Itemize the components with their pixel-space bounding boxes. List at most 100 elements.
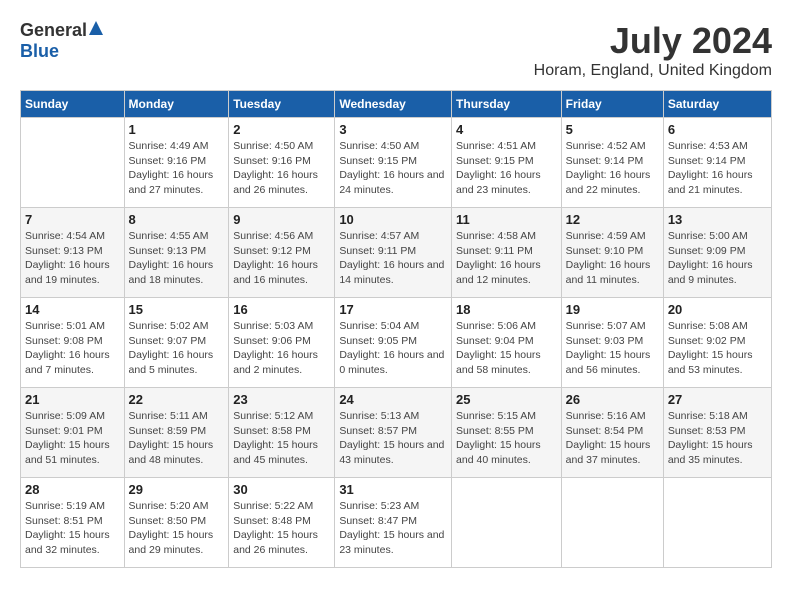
day-number: 23: [233, 392, 330, 407]
day-number: 7: [25, 212, 120, 227]
table-row: 3 Sunrise: 4:50 AMSunset: 9:15 PMDayligh…: [335, 118, 452, 208]
day-detail: Sunrise: 4:50 AMSunset: 9:16 PMDaylight:…: [233, 140, 318, 196]
day-detail: Sunrise: 5:22 AMSunset: 8:48 PMDaylight:…: [233, 500, 318, 556]
day-detail: Sunrise: 4:51 AMSunset: 9:15 PMDaylight:…: [456, 140, 541, 196]
day-detail: Sunrise: 5:13 AMSunset: 8:57 PMDaylight:…: [339, 410, 444, 466]
day-number: 18: [456, 302, 557, 317]
week-row-2: 14 Sunrise: 5:01 AMSunset: 9:08 PMDaylig…: [21, 298, 772, 388]
day-number: 26: [566, 392, 659, 407]
day-detail: Sunrise: 5:11 AMSunset: 8:59 PMDaylight:…: [129, 410, 214, 466]
day-number: 6: [668, 122, 767, 137]
day-number: 30: [233, 482, 330, 497]
table-row: 15 Sunrise: 5:02 AMSunset: 9:07 PMDaylig…: [124, 298, 229, 388]
table-row: 4 Sunrise: 4:51 AMSunset: 9:15 PMDayligh…: [452, 118, 562, 208]
day-number: 27: [668, 392, 767, 407]
table-row: 13 Sunrise: 5:00 AMSunset: 9:09 PMDaylig…: [663, 208, 771, 298]
day-number: 11: [456, 212, 557, 227]
col-saturday: Saturday: [663, 91, 771, 118]
week-row-1: 7 Sunrise: 4:54 AMSunset: 9:13 PMDayligh…: [21, 208, 772, 298]
week-row-4: 28 Sunrise: 5:19 AMSunset: 8:51 PMDaylig…: [21, 478, 772, 568]
table-row: 21 Sunrise: 5:09 AMSunset: 9:01 PMDaylig…: [21, 388, 125, 478]
day-number: 19: [566, 302, 659, 317]
table-row: 2 Sunrise: 4:50 AMSunset: 9:16 PMDayligh…: [229, 118, 335, 208]
col-thursday: Thursday: [452, 91, 562, 118]
day-detail: Sunrise: 5:18 AMSunset: 8:53 PMDaylight:…: [668, 410, 753, 466]
table-row: 31 Sunrise: 5:23 AMSunset: 8:47 PMDaylig…: [335, 478, 452, 568]
table-row: 8 Sunrise: 4:55 AMSunset: 9:13 PMDayligh…: [124, 208, 229, 298]
table-row: 7 Sunrise: 4:54 AMSunset: 9:13 PMDayligh…: [21, 208, 125, 298]
day-detail: Sunrise: 5:06 AMSunset: 9:04 PMDaylight:…: [456, 320, 541, 376]
table-row: [561, 478, 663, 568]
day-number: 21: [25, 392, 120, 407]
table-row: 19 Sunrise: 5:07 AMSunset: 9:03 PMDaylig…: [561, 298, 663, 388]
day-detail: Sunrise: 5:16 AMSunset: 8:54 PMDaylight:…: [566, 410, 651, 466]
day-number: 28: [25, 482, 120, 497]
day-number: 3: [339, 122, 447, 137]
day-number: 15: [129, 302, 225, 317]
table-row: 5 Sunrise: 4:52 AMSunset: 9:14 PMDayligh…: [561, 118, 663, 208]
table-row: 22 Sunrise: 5:11 AMSunset: 8:59 PMDaylig…: [124, 388, 229, 478]
logo-blue: Blue: [20, 41, 59, 61]
table-row: 26 Sunrise: 5:16 AMSunset: 8:54 PMDaylig…: [561, 388, 663, 478]
day-detail: Sunrise: 5:04 AMSunset: 9:05 PMDaylight:…: [339, 320, 444, 376]
day-detail: Sunrise: 4:55 AMSunset: 9:13 PMDaylight:…: [129, 230, 214, 286]
logo-icon: [89, 21, 103, 40]
day-detail: Sunrise: 5:09 AMSunset: 9:01 PMDaylight:…: [25, 410, 110, 466]
day-number: 22: [129, 392, 225, 407]
day-detail: Sunrise: 4:53 AMSunset: 9:14 PMDaylight:…: [668, 140, 753, 196]
day-number: 16: [233, 302, 330, 317]
table-row: 25 Sunrise: 5:15 AMSunset: 8:55 PMDaylig…: [452, 388, 562, 478]
day-number: 8: [129, 212, 225, 227]
day-number: 12: [566, 212, 659, 227]
table-row: 14 Sunrise: 5:01 AMSunset: 9:08 PMDaylig…: [21, 298, 125, 388]
day-detail: Sunrise: 4:52 AMSunset: 9:14 PMDaylight:…: [566, 140, 651, 196]
day-detail: Sunrise: 5:23 AMSunset: 8:47 PMDaylight:…: [339, 500, 444, 556]
day-number: 24: [339, 392, 447, 407]
table-row: [663, 478, 771, 568]
logo: General Blue: [20, 20, 103, 62]
day-detail: Sunrise: 4:49 AMSunset: 9:16 PMDaylight:…: [129, 140, 214, 196]
table-row: 18 Sunrise: 5:06 AMSunset: 9:04 PMDaylig…: [452, 298, 562, 388]
day-detail: Sunrise: 5:02 AMSunset: 9:07 PMDaylight:…: [129, 320, 214, 376]
main-title: July 2024: [534, 20, 772, 62]
col-tuesday: Tuesday: [229, 91, 335, 118]
day-number: 20: [668, 302, 767, 317]
table-row: 1 Sunrise: 4:49 AMSunset: 9:16 PMDayligh…: [124, 118, 229, 208]
table-row: 24 Sunrise: 5:13 AMSunset: 8:57 PMDaylig…: [335, 388, 452, 478]
table-row: 30 Sunrise: 5:22 AMSunset: 8:48 PMDaylig…: [229, 478, 335, 568]
day-detail: Sunrise: 4:56 AMSunset: 9:12 PMDaylight:…: [233, 230, 318, 286]
day-detail: Sunrise: 4:59 AMSunset: 9:10 PMDaylight:…: [566, 230, 651, 286]
day-detail: Sunrise: 5:01 AMSunset: 9:08 PMDaylight:…: [25, 320, 110, 376]
calendar-table: Sunday Monday Tuesday Wednesday Thursday…: [20, 90, 772, 568]
day-number: 10: [339, 212, 447, 227]
logo-general: General: [20, 20, 87, 41]
day-detail: Sunrise: 5:20 AMSunset: 8:50 PMDaylight:…: [129, 500, 214, 556]
day-detail: Sunrise: 5:19 AMSunset: 8:51 PMDaylight:…: [25, 500, 110, 556]
day-detail: Sunrise: 5:08 AMSunset: 9:02 PMDaylight:…: [668, 320, 753, 376]
day-detail: Sunrise: 5:12 AMSunset: 8:58 PMDaylight:…: [233, 410, 318, 466]
day-number: 25: [456, 392, 557, 407]
day-number: 29: [129, 482, 225, 497]
day-number: 5: [566, 122, 659, 137]
table-row: 27 Sunrise: 5:18 AMSunset: 8:53 PMDaylig…: [663, 388, 771, 478]
page-header: General Blue July 2024 Horam, England, U…: [20, 20, 772, 80]
col-friday: Friday: [561, 91, 663, 118]
table-row: 6 Sunrise: 4:53 AMSunset: 9:14 PMDayligh…: [663, 118, 771, 208]
col-sunday: Sunday: [21, 91, 125, 118]
day-number: 13: [668, 212, 767, 227]
day-number: 9: [233, 212, 330, 227]
table-row: 10 Sunrise: 4:57 AMSunset: 9:11 PMDaylig…: [335, 208, 452, 298]
day-detail: Sunrise: 4:54 AMSunset: 9:13 PMDaylight:…: [25, 230, 110, 286]
day-detail: Sunrise: 4:57 AMSunset: 9:11 PMDaylight:…: [339, 230, 444, 286]
table-row: 9 Sunrise: 4:56 AMSunset: 9:12 PMDayligh…: [229, 208, 335, 298]
day-detail: Sunrise: 5:07 AMSunset: 9:03 PMDaylight:…: [566, 320, 651, 376]
table-row: [452, 478, 562, 568]
table-row: 17 Sunrise: 5:04 AMSunset: 9:05 PMDaylig…: [335, 298, 452, 388]
table-row: 12 Sunrise: 4:59 AMSunset: 9:10 PMDaylig…: [561, 208, 663, 298]
day-number: 4: [456, 122, 557, 137]
col-wednesday: Wednesday: [335, 91, 452, 118]
day-detail: Sunrise: 4:58 AMSunset: 9:11 PMDaylight:…: [456, 230, 541, 286]
week-row-0: 1 Sunrise: 4:49 AMSunset: 9:16 PMDayligh…: [21, 118, 772, 208]
table-row: 16 Sunrise: 5:03 AMSunset: 9:06 PMDaylig…: [229, 298, 335, 388]
col-monday: Monday: [124, 91, 229, 118]
